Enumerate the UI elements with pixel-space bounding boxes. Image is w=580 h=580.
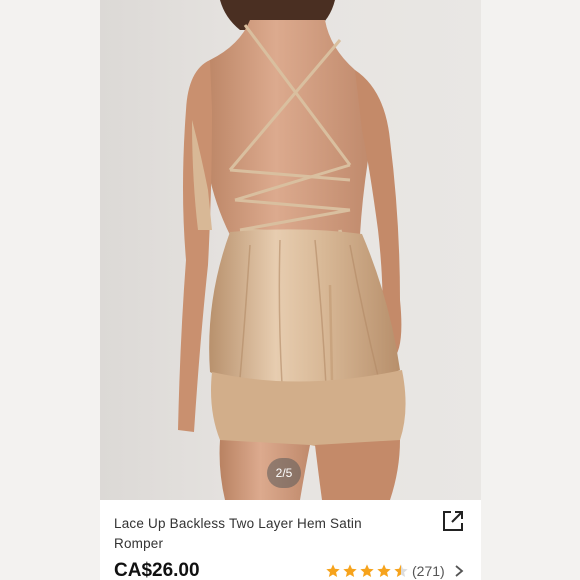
product-card: 2/5 Lace Up Backless Two Layer Hem Satin… [100, 0, 481, 580]
product-title[interactable]: Lace Up Backless Two Layer Hem Satin Rom… [114, 514, 414, 554]
product-image[interactable]: 2/5 [100, 0, 481, 500]
share-icon[interactable] [441, 509, 465, 533]
star-icon [377, 564, 391, 577]
product-info: Lace Up Backless Two Layer Hem Satin Rom… [100, 500, 481, 580]
star-icon [343, 564, 357, 577]
gallery-page-indicator: 2/5 [267, 458, 301, 488]
star-icon [326, 564, 340, 577]
product-photo-illustration [178, 0, 406, 500]
chevron-right-icon[interactable] [453, 564, 465, 578]
product-rating[interactable]: (271) [325, 562, 465, 580]
rating-stars [325, 563, 410, 579]
star-icon [360, 564, 374, 577]
product-price: CA$26.00 [114, 560, 200, 580]
rating-count: (271) [412, 563, 445, 579]
star-half-icon [394, 564, 408, 577]
